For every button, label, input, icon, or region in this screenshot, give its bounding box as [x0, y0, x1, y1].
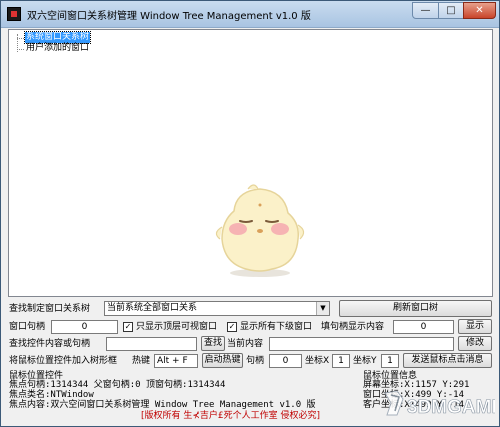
tree-connector: [17, 38, 24, 39]
focus-handle-text: 焦点句柄:1314344 父窗句柄:0 顶窗句柄:1314344: [9, 380, 226, 390]
chevron-down-icon[interactable]: ▼: [316, 302, 329, 315]
3dmgame-logo: 3DMGAME: [384, 390, 495, 418]
current-content-label: 当前内容: [227, 339, 264, 349]
tree-item-user-windows[interactable]: 用户添加的窗口: [25, 43, 90, 54]
edit-button[interactable]: 修改: [458, 336, 492, 351]
find-button[interactable]: 查找: [201, 336, 225, 351]
main-window: 双六空间窗口关系树管理 Window Tree Management v1.0 …: [0, 0, 500, 427]
focus-content-text: 焦点内容:双六空间窗口关系树管理 Window Tree Management …: [9, 400, 316, 410]
window-title: 双六空间窗口关系树管理 Window Tree Management v1.0 …: [27, 11, 311, 22]
mascot-illustration: [215, 184, 305, 277]
show-children-checkbox[interactable]: ✓: [227, 322, 237, 332]
logo-text: 3DMGAME: [407, 397, 495, 418]
show-children-label: 显示所有下级窗口: [240, 322, 313, 332]
tree-scope-select[interactable]: 当前系统全部窗口关系 ▼: [104, 301, 330, 316]
title-bar[interactable]: 双六空间窗口关系树管理 Window Tree Management v1.0 …: [1, 1, 499, 28]
show-button[interactable]: 显示: [458, 319, 492, 334]
tree-connector: [17, 49, 24, 50]
window-tree[interactable]: 系统窗口关系树 用户添加的窗口: [8, 29, 493, 297]
top-level-visible-checkbox[interactable]: ✓: [123, 322, 133, 332]
start-hotkey-button[interactable]: 启动热键: [202, 353, 243, 368]
top-level-visible-label: 只显示顶层可视窗口: [136, 322, 218, 332]
hotkey-label: 热键: [132, 356, 151, 366]
window-handle-label: 窗口句柄: [9, 322, 46, 332]
focus-class-text: 焦点类名:NTWindow: [9, 390, 94, 400]
copyright-notice: [版权所有 生⊀吉户£死个人工作室 侵权必究]: [141, 411, 321, 421]
close-button[interactable]: ✕: [463, 2, 496, 19]
coord-x-input[interactable]: 1: [332, 354, 350, 368]
coord-y-input[interactable]: 1: [381, 354, 399, 368]
fill-handle-input[interactable]: 0: [393, 320, 454, 334]
minimize-button[interactable]: —: [412, 2, 439, 19]
add-control-label: 将鼠标位置控件加入树形框: [9, 356, 118, 366]
refresh-tree-button[interactable]: 刷新窗口树: [339, 300, 492, 317]
current-content-input[interactable]: [269, 337, 454, 351]
hotkey-input[interactable]: Alt + F: [154, 354, 198, 368]
handle-input[interactable]: 0: [269, 354, 302, 368]
window-handle-input[interactable]: 0: [51, 320, 118, 334]
maximize-button[interactable]: □: [438, 2, 464, 19]
send-click-button[interactable]: 发送鼠标点击消息: [403, 353, 492, 368]
tree-item-system-windows[interactable]: 系统窗口关系树: [23, 31, 92, 44]
tree-scope-value: 当前系统全部窗口关系: [107, 303, 198, 313]
find-content-label: 查找控件内容或句柄: [9, 339, 91, 349]
coord-x-label: 坐标X: [305, 356, 330, 366]
app-icon: [7, 7, 21, 21]
handle-label: 句柄: [246, 356, 265, 366]
find-tree-label: 查找制定窗口关系树: [9, 304, 91, 314]
coord-y-label: 坐标Y: [353, 356, 377, 366]
find-content-input[interactable]: [106, 337, 197, 351]
fill-handle-label: 填句柄显示内容: [321, 322, 385, 332]
